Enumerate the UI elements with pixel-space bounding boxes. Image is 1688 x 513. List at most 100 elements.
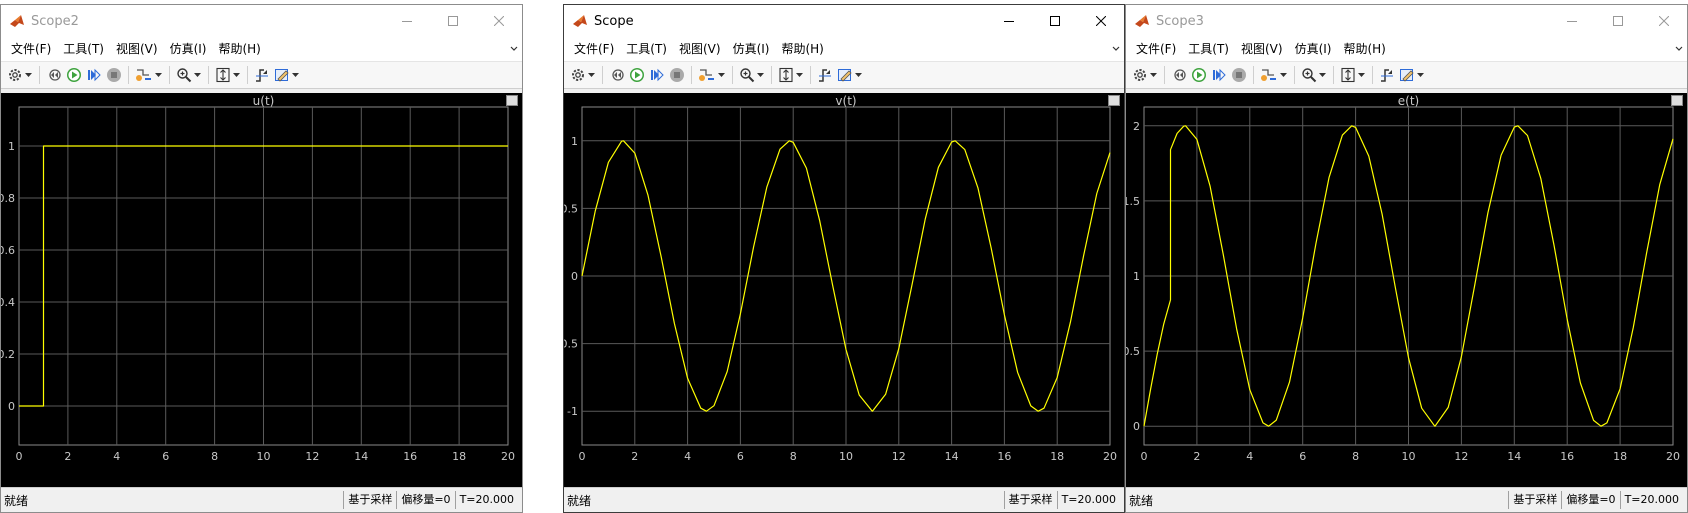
settings-dropdown[interactable] — [588, 64, 595, 86]
close-button[interactable] — [476, 5, 522, 37]
menu-simulation[interactable]: 仿真(I) — [1289, 37, 1338, 61]
minimize-button[interactable] — [986, 5, 1032, 37]
run-button[interactable] — [627, 64, 647, 86]
measurements-dropdown[interactable] — [292, 64, 299, 86]
autoscale-dropdown[interactable] — [1358, 64, 1365, 86]
measurements-button[interactable] — [272, 64, 292, 86]
title-bar[interactable]: Scope3 — [1126, 5, 1687, 37]
menu-view[interactable]: 视图(V) — [673, 37, 727, 61]
highlight-dropdown[interactable] — [718, 64, 725, 86]
undock-icon[interactable] — [1108, 95, 1120, 106]
plot-area[interactable]: v(t) 0 2 4 6 8 10 12 14 16 18 20 -1 -0.5 0 0.5 1 — [564, 93, 1124, 489]
chevron-toolbar-icon[interactable] — [510, 45, 518, 53]
dropdown-arrow-icon — [292, 73, 299, 77]
menu-help[interactable]: 帮助(H) — [212, 37, 266, 61]
menu-bar: 文件(F) 工具(T) 视图(V) 仿真(I) 帮助(H) — [564, 37, 1124, 61]
toolbar-separator — [1372, 66, 1373, 84]
stop-button[interactable] — [667, 64, 687, 86]
zoom-dropdown[interactable] — [757, 64, 764, 86]
menu-view[interactable]: 视图(V) — [1235, 37, 1289, 61]
trigger-button[interactable] — [1377, 64, 1397, 86]
title-bar[interactable]: Scope — [564, 5, 1124, 37]
step-back-button[interactable] — [44, 64, 64, 86]
step-forward-button[interactable] — [647, 64, 667, 86]
zoom-button[interactable] — [737, 64, 757, 86]
zoom-button[interactable] — [1299, 64, 1319, 86]
highlight-button[interactable] — [1258, 64, 1280, 86]
x-tick-label: 10 — [1402, 450, 1416, 463]
chart-title: u(t) — [253, 94, 275, 108]
scope2-window: Scope2 文件(F) 工具(T) 视图(V) 仿真(I) 帮助(H) u(t… — [0, 4, 523, 513]
autoscale-dropdown[interactable] — [796, 64, 803, 86]
settings-button[interactable] — [1130, 64, 1150, 86]
zoom-dropdown[interactable] — [194, 64, 201, 86]
maximize-button[interactable] — [1595, 5, 1641, 37]
menu-tools[interactable]: 工具(T) — [620, 37, 673, 61]
plot-area[interactable]: e(t) 0 2 4 6 8 10 12 14 16 18 20 0 0.5 1 1.5 2 — [1126, 93, 1687, 489]
maximize-button[interactable] — [430, 5, 476, 37]
scope-chart[interactable]: u(t) 0 2 4 6 8 10 12 14 16 18 20 0 0.2 0.4 0.6 0.8 1 — [1, 93, 522, 489]
close-button[interactable] — [1078, 5, 1124, 37]
chevron-toolbar-icon[interactable] — [1675, 45, 1683, 53]
measurements-dropdown[interactable] — [855, 64, 862, 86]
undock-icon[interactable] — [506, 95, 518, 106]
autoscale-button[interactable] — [213, 64, 233, 86]
zoom-button[interactable] — [174, 64, 194, 86]
y-tick-label: 0.5 — [564, 202, 578, 215]
trigger-button[interactable] — [252, 64, 272, 86]
stop-icon — [107, 68, 121, 82]
menu-file[interactable]: 文件(F) — [568, 37, 620, 61]
menu-tools[interactable]: 工具(T) — [57, 37, 110, 61]
matlab-app-icon — [10, 15, 24, 27]
menu-file[interactable]: 文件(F) — [5, 37, 57, 61]
step-forward-button[interactable] — [1209, 64, 1229, 86]
highlight-dropdown[interactable] — [1280, 64, 1287, 86]
highlight-button[interactable] — [696, 64, 718, 86]
stop-button[interactable] — [104, 64, 124, 86]
maximize-button[interactable] — [1032, 5, 1078, 37]
scope-chart[interactable]: e(t) 0 2 4 6 8 10 12 14 16 18 20 0 0.5 1 1.5 2 — [1126, 93, 1687, 489]
autoscale-button[interactable] — [776, 64, 796, 86]
minimize-button[interactable] — [1549, 5, 1595, 37]
measurements-button[interactable] — [1397, 64, 1417, 86]
run-button[interactable] — [1189, 64, 1209, 86]
trigger-button[interactable] — [815, 64, 835, 86]
y-tick-label: 0.2 — [1, 348, 15, 361]
settings-button[interactable] — [5, 64, 25, 86]
x-tick-label: 16 — [403, 450, 417, 463]
step-back-button[interactable] — [1169, 64, 1189, 86]
toolbar-separator — [1164, 66, 1165, 84]
scope-chart[interactable]: v(t) 0 2 4 6 8 10 12 14 16 18 20 -1 -0.5 0 0.5 1 — [564, 93, 1124, 489]
measurements-button[interactable] — [835, 64, 855, 86]
settings-button[interactable] — [568, 64, 588, 86]
menu-simulation[interactable]: 仿真(I) — [164, 37, 213, 61]
menu-file[interactable]: 文件(F) — [1130, 37, 1182, 61]
menu-view[interactable]: 视图(V) — [110, 37, 164, 61]
autoscale-dropdown[interactable] — [233, 64, 240, 86]
highlight-dropdown[interactable] — [155, 64, 162, 86]
menu-help[interactable]: 帮助(H) — [1337, 37, 1391, 61]
highlight-button[interactable] — [133, 64, 155, 86]
step-forward-icon — [88, 68, 101, 82]
stop-button[interactable] — [1229, 64, 1249, 86]
chevron-toolbar-icon[interactable] — [1112, 45, 1120, 53]
menu-help[interactable]: 帮助(H) — [775, 37, 829, 61]
measurements-dropdown[interactable] — [1417, 64, 1424, 86]
step-forward-icon — [1213, 68, 1226, 82]
menu-simulation[interactable]: 仿真(I) — [727, 37, 776, 61]
x-tick-label: 16 — [1560, 450, 1574, 463]
menu-tools[interactable]: 工具(T) — [1182, 37, 1235, 61]
step-back-button[interactable] — [607, 64, 627, 86]
toolbar-separator — [1253, 66, 1254, 84]
title-bar[interactable]: Scope2 — [1, 5, 522, 37]
undock-icon[interactable] — [1671, 95, 1683, 106]
autoscale-button[interactable] — [1338, 64, 1358, 86]
zoom-dropdown[interactable] — [1319, 64, 1326, 86]
step-forward-button[interactable] — [84, 64, 104, 86]
minimize-button[interactable] — [384, 5, 430, 37]
plot-area[interactable]: u(t) 0 2 4 6 8 10 12 14 16 18 20 0 0.2 0.4 0.6 0.8 1 — [1, 93, 522, 489]
run-button[interactable] — [64, 64, 84, 86]
settings-dropdown[interactable] — [1150, 64, 1157, 86]
settings-dropdown[interactable] — [25, 64, 32, 86]
close-button[interactable] — [1641, 5, 1687, 37]
